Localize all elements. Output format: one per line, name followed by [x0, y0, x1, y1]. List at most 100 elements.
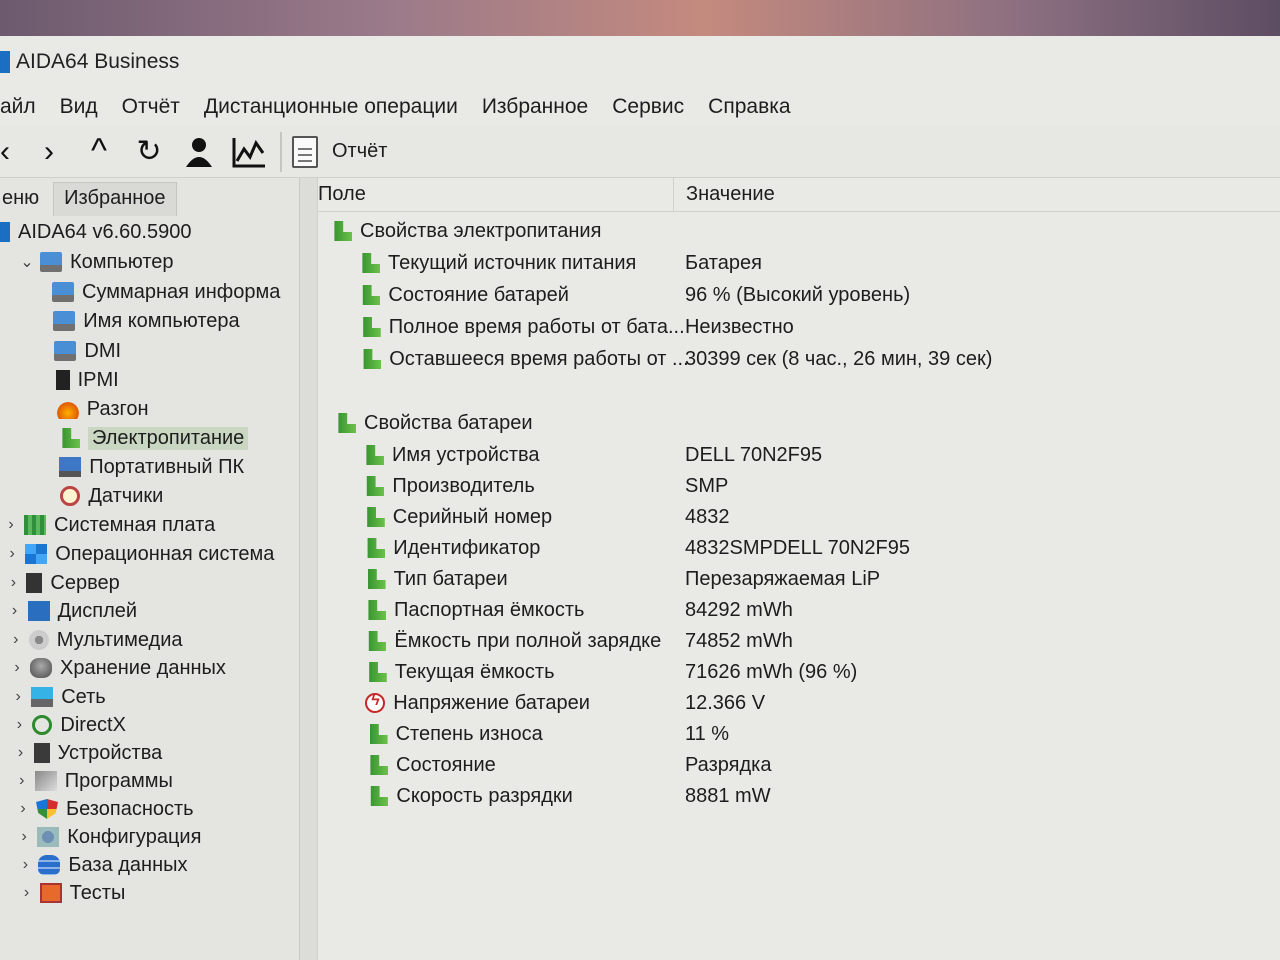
expand-icon[interactable]: › [6, 574, 20, 592]
user-icon [186, 137, 212, 167]
user-button[interactable] [174, 130, 224, 174]
aida64-window: AIDA64 Business айл Вид Отчёт Дистанцион… [0, 36, 1280, 960]
tree-item[interactable]: › Мультимедиа [9, 626, 182, 654]
tree-item-label: Сервер [50, 571, 120, 594]
menu-bar: айл Вид Отчёт Дистанционные операции Изб… [0, 88, 1280, 126]
refresh-button[interactable]: ↻ [124, 130, 174, 174]
detail-row[interactable]: Скорость разрядки 8881 mW [366, 781, 1280, 811]
up-icon: ^ [91, 132, 107, 170]
tree-item[interactable]: › Устройства [14, 739, 162, 767]
storage-icon [30, 658, 52, 678]
menu-help[interactable]: Справка [696, 95, 802, 119]
display-icon [27, 601, 50, 621]
collapse-icon[interactable]: ⌄ [20, 252, 34, 272]
expand-icon[interactable]: › [17, 828, 31, 846]
battery-icon [369, 724, 388, 744]
report-button[interactable]: Отчёт [292, 135, 388, 168]
expand-icon[interactable]: › [15, 772, 29, 790]
menu-favorites[interactable]: Избранное [470, 95, 600, 119]
detail-row[interactable]: Состояние Разрядка [366, 750, 1280, 780]
expand-icon[interactable]: › [12, 716, 26, 734]
value-cell: 84292 mWh [685, 598, 793, 621]
tree-item[interactable]: › Сервер [6, 569, 120, 597]
value-cell: 30399 сек (8 час., 26 мин, 39 сек) [684, 347, 993, 370]
detail-row[interactable]: Оставшееся время работы от ... 30399 сек … [359, 344, 1279, 374]
tree-item[interactable]: › Тесты [20, 879, 125, 907]
forward-icon: › [44, 134, 54, 168]
expand-icon[interactable]: › [10, 659, 24, 677]
expand-icon[interactable]: › [14, 744, 28, 762]
forward-button[interactable]: › [24, 130, 74, 174]
tree-item[interactable]: › Безопасность [16, 795, 193, 823]
up-button[interactable]: ^ [74, 130, 124, 174]
tree-item[interactable]: › Программы [15, 767, 173, 795]
tree-item[interactable]: IPMI [55, 366, 119, 394]
detail-row[interactable]: Имя устройства DELL 70N2F95 [362, 440, 1280, 470]
field-cell: Имя устройства [362, 444, 540, 467]
tree-item[interactable]: › Хранение данных [10, 654, 226, 682]
tree-item[interactable]: › Системная плата [4, 511, 215, 539]
expand-icon[interactable]: › [20, 884, 34, 902]
menu-report[interactable]: Отчёт [110, 95, 192, 119]
tree-item[interactable]: › Операционная система [5, 540, 275, 568]
field-label: Паспортная ёмкость [394, 598, 585, 621]
detail-row[interactable]: Производитель SMP [362, 471, 1280, 501]
field-cell: Скорость разрядки [366, 785, 573, 808]
menu-service[interactable]: Сервис [600, 95, 696, 119]
detail-row[interactable]: Текущий источник питания Батарея [358, 248, 1278, 278]
expand-icon[interactable]: › [8, 602, 22, 620]
value-cell: 11 % [684, 722, 730, 745]
menu-view[interactable]: Вид [48, 95, 110, 119]
field-cell: Тип батареи [364, 568, 508, 591]
tree-item[interactable]: › Дисплей [8, 597, 137, 625]
back-button[interactable]: ‹ [0, 130, 24, 174]
tree-item[interactable]: ⌄ Компьютер [20, 248, 174, 276]
detail-row[interactable]: Текущая ёмкость 71626 mWh (96 %) [365, 657, 1280, 687]
expand-icon[interactable]: › [18, 856, 32, 874]
title-bar: AIDA64 Business [0, 36, 1280, 88]
expand-icon[interactable]: › [4, 516, 18, 534]
detail-row[interactable]: Полное время работы от бата... Неизвестно [359, 312, 1279, 342]
battery-icon [368, 631, 387, 651]
expand-icon[interactable]: › [11, 688, 25, 706]
tree-item[interactable]: Портативный ПК [59, 453, 244, 481]
tree-item-label: Компьютер [70, 250, 174, 273]
tree-item-label: Имя компьютера [83, 309, 240, 332]
expand-icon[interactable]: › [5, 545, 19, 563]
column-header-value[interactable]: Значение [674, 183, 775, 206]
column-header-field[interactable]: Поле [318, 178, 674, 211]
expand-icon[interactable]: › [16, 800, 30, 818]
tree-item[interactable]: DMI [54, 337, 121, 365]
tree-item[interactable]: Суммарная информа [52, 278, 280, 306]
tree-item[interactable]: Разгон [56, 395, 149, 423]
detail-row[interactable]: Напряжение батареи 12.366 V [365, 688, 1280, 718]
detail-row[interactable]: Серийный номер 4832 [363, 502, 1280, 532]
tree-item-label: Портативный ПК [89, 455, 245, 478]
menu-file[interactable]: айл [0, 95, 48, 119]
menu-remote[interactable]: Дистанционные операции [192, 95, 470, 119]
report-label: Отчёт [332, 140, 388, 162]
tree-item[interactable]: › DirectX [12, 711, 126, 739]
detail-row[interactable]: Паспортная ёмкость 84292 mWh [364, 595, 1280, 625]
group-header[interactable]: Свойства батареи [334, 408, 533, 438]
tree-item-label: База данных [68, 853, 188, 876]
detail-row[interactable]: Ёмкость при полной зарядке 74852 mWh [364, 626, 1280, 656]
tab-favorites[interactable]: Избранное [53, 182, 177, 216]
tree-item[interactable]: › База данных [18, 851, 188, 879]
tree-item[interactable]: › Сеть [11, 683, 106, 711]
tab-menu[interactable]: еню [0, 183, 53, 216]
group-header[interactable]: Свойства электропитания [330, 216, 601, 246]
detail-row[interactable]: Состояние батарей 96 % (Высокий уровень) [358, 280, 1278, 310]
field-cell: Идентификатор [363, 537, 540, 560]
chart-button[interactable] [224, 130, 274, 174]
tree-item[interactable]: › Конфигурация [17, 823, 202, 851]
tree-item[interactable]: Электропитание [58, 424, 249, 452]
detail-row[interactable]: Степень износа 11 % [366, 719, 1280, 749]
battery-icon [366, 445, 384, 465]
detail-row[interactable]: Тип батареи Перезаряжаемая LiP [364, 564, 1280, 594]
expand-icon[interactable]: › [9, 631, 23, 649]
detail-row[interactable]: Идентификатор 4832SMPDELL 70N2F95 [363, 533, 1280, 563]
tree-item[interactable]: Датчики [60, 482, 163, 510]
tree-item[interactable]: Имя компьютера [53, 307, 240, 335]
tree-item[interactable]: AIDA64 v6.60.5900 [0, 218, 191, 246]
